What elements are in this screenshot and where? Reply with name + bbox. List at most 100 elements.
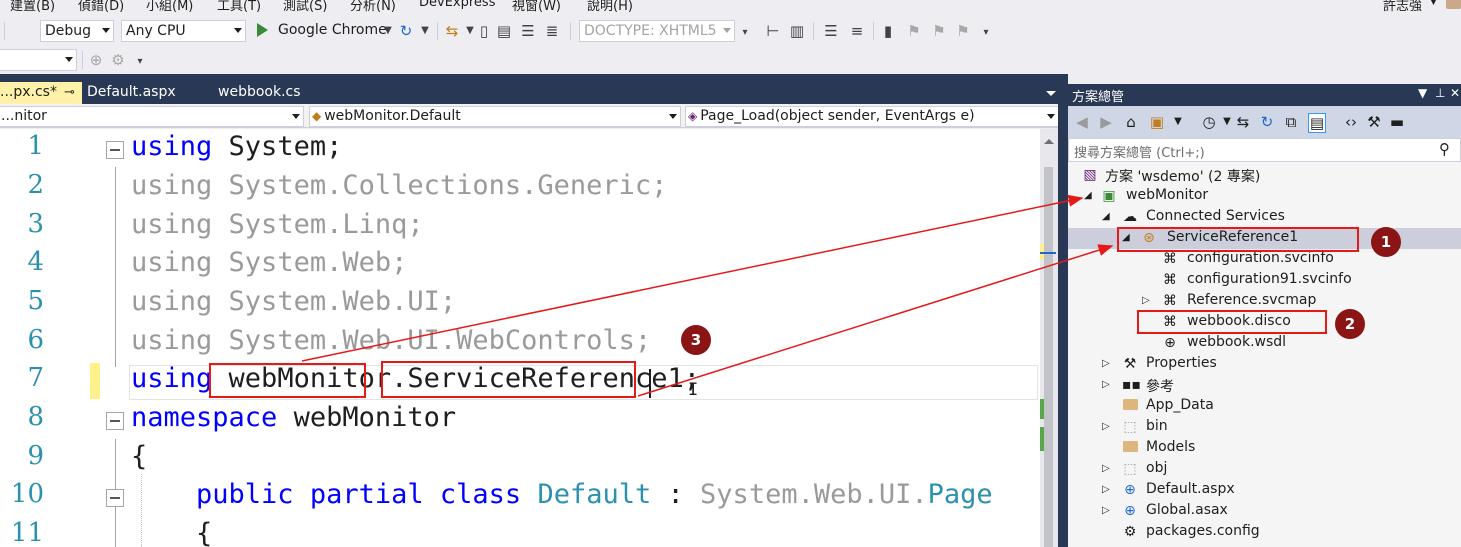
document-icon[interactable]: ▤: [496, 22, 512, 40]
class-dropdown[interactable]: ◆ webMonitor.Default: [309, 106, 681, 127]
solution-explorer-search[interactable]: 搜尋方案總管 (Ctrl+;) ⚲: [1068, 138, 1461, 162]
code-line-10[interactable]: 10 public partial class Default : System…: [0, 479, 1040, 517]
sync-icon[interactable]: ⇆: [1234, 113, 1252, 131]
annotation-box-webbook-disco: [1137, 310, 1327, 334]
collapse-icon[interactable]: [106, 489, 124, 507]
menu-devexpress[interactable]: DevExpress: [419, 0, 495, 10]
indent-icon[interactable]: ≣: [544, 22, 560, 40]
code-line-11[interactable]: 11 {: [0, 518, 1040, 547]
user-avatar[interactable]: [1446, 0, 1461, 9]
code-text: System;: [228, 131, 343, 162]
properties-wrench-icon[interactable]: ⚒: [1365, 113, 1383, 131]
play-icon[interactable]: [257, 23, 268, 37]
collapse-icon[interactable]: [106, 141, 124, 159]
ibeam-cursor-icon: I: [688, 380, 699, 400]
collapsed-arrow-icon[interactable]: ▷: [1102, 463, 1110, 474]
format-icon[interactable]: ▯: [476, 22, 492, 40]
uncomment-icon[interactable]: ≡: [849, 22, 865, 40]
code-editor[interactable]: 1 using System; 2 using System.Collectio…: [0, 129, 1040, 547]
window-position-icon[interactable]: ▼: [1418, 86, 1427, 100]
bookmark-icon[interactable]: ▮: [880, 22, 896, 40]
toolbar-overflow-icon[interactable]: ▾: [737, 27, 753, 38]
scrollbar-thumb[interactable]: [1044, 167, 1053, 547]
code-line-3[interactable]: 3 using System.Linq;: [0, 209, 1040, 247]
tree-node-label: 參考: [1146, 379, 1174, 395]
menu-tools[interactable]: 工具(T): [217, 0, 261, 14]
collapsed-arrow-icon[interactable]: ▷: [1102, 505, 1110, 516]
collapsed-arrow-icon[interactable]: ▷: [1102, 379, 1110, 390]
close-icon[interactable]: ✕: [1450, 86, 1460, 100]
collapse-icon[interactable]: [106, 412, 124, 430]
expanded-arrow-icon[interactable]: ◢: [1102, 211, 1110, 222]
doctype-combo[interactable]: DOCTYPE: XHTML5: [579, 20, 735, 42]
tree-icon[interactable]: ⊢: [765, 22, 781, 40]
user-dropdown-icon[interactable]: ▼: [1430, 0, 1437, 7]
code-line-8[interactable]: 8 namespace webMonitor: [0, 402, 1040, 440]
chevron-down-icon[interactable]: ▼: [380, 25, 396, 36]
code-line-1[interactable]: 1 using System;: [0, 131, 1040, 169]
switch-views-icon[interactable]: ▣: [1148, 113, 1166, 131]
search-icon[interactable]: ⚲: [1439, 140, 1450, 158]
tab-webbook-cs[interactable]: webbook.cs: [218, 82, 301, 104]
chevron-down-icon: [669, 114, 677, 119]
collapsed-arrow-icon[interactable]: ▷: [1142, 295, 1150, 306]
code-line-5[interactable]: 5 using System.Web.UI;: [0, 286, 1040, 324]
menu-test[interactable]: 測試(S): [283, 0, 327, 14]
code-text: System.Linq;: [228, 209, 424, 240]
code-line-4[interactable]: 4 using System.Web;: [0, 247, 1040, 285]
code-line-9[interactable]: 9 {: [0, 441, 1040, 479]
pending-changes-icon[interactable]: ◷: [1200, 113, 1218, 131]
tree-node-label: Models: [1146, 439, 1196, 455]
chevron-down-icon[interactable]: ▼: [417, 25, 433, 36]
collapsed-arrow-icon[interactable]: ▷: [1102, 421, 1110, 432]
toolbar-overflow-icon[interactable]: ▾: [132, 56, 148, 67]
expanded-arrow-icon[interactable]: ◢: [1084, 190, 1092, 201]
solution-config-combo[interactable]: Debug: [40, 20, 114, 42]
tab-default-aspx-cs[interactable]: ...px.cs* ⊸: [0, 82, 82, 104]
view-code-icon[interactable]: ‹›: [1342, 113, 1360, 131]
user-name[interactable]: 許志強: [1383, 0, 1422, 14]
code-text: System.Web.UI;: [228, 286, 457, 317]
home-icon[interactable]: ⌂: [1122, 113, 1140, 131]
panel-splitter[interactable]: [1058, 74, 1068, 547]
tree-node-label: 方案 'wsdemo' (2 專案): [1105, 169, 1261, 185]
next-bookmark-icon: ⚑: [932, 22, 946, 40]
columns-icon[interactable]: ▥: [789, 22, 805, 40]
refresh-icon[interactable]: ↻: [398, 22, 414, 40]
preview-icon[interactable]: ▬: [1388, 113, 1406, 131]
browser-link-icon[interactable]: ⇆: [444, 22, 460, 40]
tab-list-dropdown-icon[interactable]: [1046, 91, 1056, 96]
keyword: using: [131, 209, 213, 240]
start-browser-button[interactable]: Google Chrome: [278, 22, 387, 38]
menu-debug[interactable]: 偵錯(D): [78, 0, 124, 14]
chevron-down-icon: [723, 28, 731, 33]
references-icon: ▪▪: [1122, 377, 1141, 393]
menu-analyze[interactable]: 分析(N): [350, 0, 396, 14]
project-dropdown[interactable]: ...nitor: [0, 106, 304, 127]
pin-icon[interactable]: ⊥: [1435, 86, 1445, 100]
menu-team[interactable]: 小組(M): [146, 0, 193, 14]
member-dropdown[interactable]: ◈ Page_Load(object sender, EventArgs e): [685, 106, 1059, 127]
platform-combo[interactable]: Any CPU: [121, 20, 246, 42]
chevron-down-icon[interactable]: ▼: [1169, 116, 1187, 127]
code-line-6[interactable]: 6 using System.Web.UI.WebControls;: [0, 325, 1040, 363]
scroll-up-icon[interactable]: [1044, 139, 1054, 144]
menu-build[interactable]: 建置(B): [10, 0, 55, 14]
refresh-icon[interactable]: ↻: [1258, 113, 1276, 131]
collapse-all-icon[interactable]: ⧉: [1282, 113, 1300, 131]
collapsed-arrow-icon[interactable]: ▷: [1102, 484, 1110, 495]
comment-icon[interactable]: ☰: [823, 22, 839, 40]
toolbar-overflow-icon[interactable]: ▾: [978, 27, 994, 38]
target-combo[interactable]: [0, 49, 77, 71]
menu-window[interactable]: 視窗(W): [512, 0, 561, 14]
align-icon[interactable]: ☰: [520, 22, 536, 40]
annotation-box-service-reference1: [1117, 227, 1359, 252]
menu-help[interactable]: 說明(H): [587, 0, 633, 14]
code-line-2[interactable]: 2 using System.Collections.Generic;: [0, 170, 1040, 208]
show-all-files-icon[interactable]: ▤: [1308, 113, 1326, 133]
collapsed-arrow-icon[interactable]: ▷: [1102, 358, 1110, 369]
pin-icon[interactable]: ⊸: [64, 85, 75, 100]
gear-icon: ⚙: [111, 51, 125, 69]
editor-vertical-scrollbar[interactable]: [1040, 129, 1058, 547]
tab-default-aspx[interactable]: Default.aspx: [87, 82, 176, 104]
